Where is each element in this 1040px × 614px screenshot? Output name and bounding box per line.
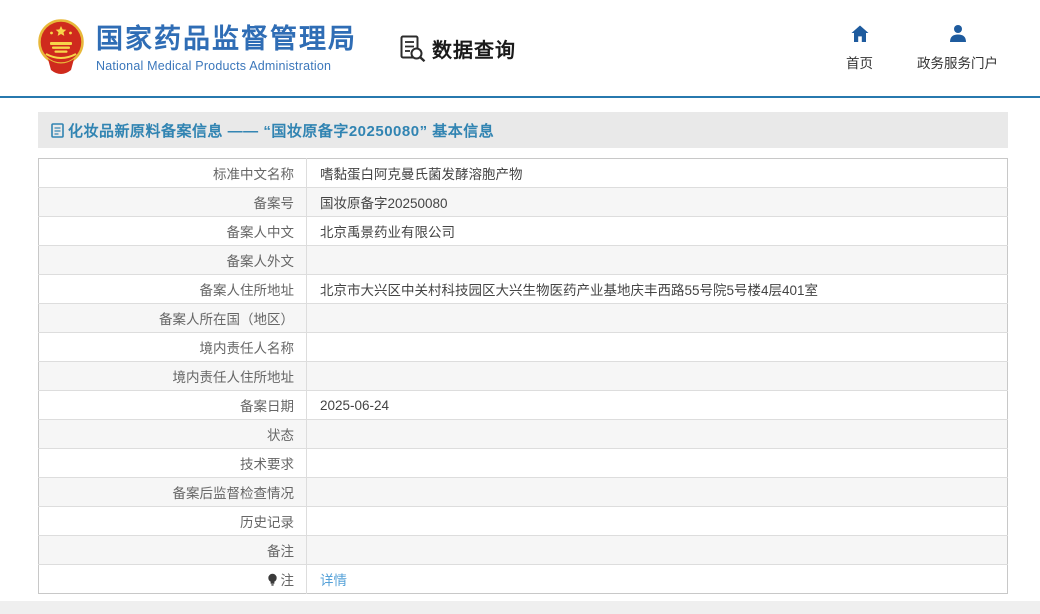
row-label: 境内责任人住所地址 xyxy=(173,370,295,385)
home-link[interactable]: 首页 xyxy=(846,24,873,72)
site-header: 国家药品监督管理局 National Medical Products Admi… xyxy=(0,0,1040,96)
table-row: 注 详情 xyxy=(39,565,1008,594)
row-label: 注 xyxy=(281,573,295,588)
row-label: 备案人所在国（地区） xyxy=(159,312,294,327)
gov-portal-link[interactable]: 政务服务门户 xyxy=(917,24,998,72)
row-value: 嗜黏蛋白阿克曼氏菌发酵溶胞产物 xyxy=(307,159,1008,188)
table-row: 备案日期 2025-06-24 xyxy=(39,391,1008,420)
agency-name-en: National Medical Products Administration xyxy=(96,59,357,73)
row-label: 备案日期 xyxy=(240,399,294,414)
table-row: 境内责任人名称 xyxy=(39,333,1008,362)
row-value: 北京禹景药业有限公司 xyxy=(307,217,1008,246)
main-content: 化妆品新原料备案信息 —— “国妆原备字20250080” 基本信息 标准中文名… xyxy=(0,98,1040,601)
row-value xyxy=(307,362,1008,391)
china-national-emblem-icon xyxy=(38,18,84,78)
row-label: 备案后监督检查情况 xyxy=(173,486,295,501)
footer-strip xyxy=(0,601,1040,614)
row-value: 详情 xyxy=(307,565,1008,594)
row-value xyxy=(307,507,1008,536)
document-icon xyxy=(51,123,64,138)
row-label: 备案人中文 xyxy=(227,225,295,240)
home-icon xyxy=(850,24,870,44)
row-value xyxy=(307,304,1008,333)
table-row: 备案后监督检查情况 xyxy=(39,478,1008,507)
table-row: 备案号 国妆原备字20250080 xyxy=(39,188,1008,217)
row-label: 备注 xyxy=(267,544,294,559)
row-value xyxy=(307,536,1008,565)
bulb-icon xyxy=(267,573,278,587)
table-row: 备注 xyxy=(39,536,1008,565)
row-value xyxy=(307,333,1008,362)
table-row: 境内责任人住所地址 xyxy=(39,362,1008,391)
row-label: 标准中文名称 xyxy=(213,167,294,182)
table-row: 备案人外文 xyxy=(39,246,1008,275)
row-value xyxy=(307,478,1008,507)
agency-name-cn: 国家药品监督管理局 xyxy=(96,23,357,55)
data-query-label: 数据查询 xyxy=(432,34,516,63)
nmpa-logo[interactable]: 国家药品监督管理局 National Medical Products Admi… xyxy=(38,18,357,78)
page-title-bar: 化妆品新原料备案信息 —— “国妆原备字20250080” 基本信息 xyxy=(38,112,1008,148)
detail-link[interactable]: 详情 xyxy=(320,573,347,588)
data-query-nav[interactable]: 数据查询 xyxy=(399,34,516,63)
document-search-icon xyxy=(399,35,426,62)
row-value: 北京市大兴区中关村科技园区大兴生物医药产业基地庆丰西路55号院5号楼4层401室 xyxy=(307,275,1008,304)
row-label: 技术要求 xyxy=(240,457,294,472)
info-table-body: 标准中文名称 嗜黏蛋白阿克曼氏菌发酵溶胞产物 备案号 国妆原备字20250080… xyxy=(39,159,1008,594)
table-row: 备案人住所地址 北京市大兴区中关村科技园区大兴生物医药产业基地庆丰西路55号院5… xyxy=(39,275,1008,304)
table-row: 状态 xyxy=(39,420,1008,449)
logo-text: 国家药品监督管理局 National Medical Products Admi… xyxy=(96,23,357,72)
row-label: 备案人住所地址 xyxy=(200,283,295,298)
row-value: 国妆原备字20250080 xyxy=(307,188,1008,217)
quick-links: 首页 政务服务门户 xyxy=(846,24,998,72)
table-row: 备案人中文 北京禹景药业有限公司 xyxy=(39,217,1008,246)
home-link-label: 首页 xyxy=(846,52,873,72)
gov-portal-label: 政务服务门户 xyxy=(917,52,998,72)
user-icon xyxy=(948,24,968,44)
row-label: 备案号 xyxy=(254,196,295,211)
row-value xyxy=(307,449,1008,478)
row-value xyxy=(307,246,1008,275)
row-label: 备案人外文 xyxy=(227,254,295,269)
table-row: 标准中文名称 嗜黏蛋白阿克曼氏菌发酵溶胞产物 xyxy=(39,159,1008,188)
row-label: 境内责任人名称 xyxy=(200,341,295,356)
page-title: 化妆品新原料备案信息 —— “国妆原备字20250080” 基本信息 xyxy=(68,120,494,141)
row-label: 历史记录 xyxy=(240,515,294,530)
table-row: 技术要求 xyxy=(39,449,1008,478)
filing-info-table: 标准中文名称 嗜黏蛋白阿克曼氏菌发酵溶胞产物 备案号 国妆原备字20250080… xyxy=(38,158,1008,594)
row-value xyxy=(307,420,1008,449)
row-value: 2025-06-24 xyxy=(307,391,1008,420)
table-row: 历史记录 xyxy=(39,507,1008,536)
table-row: 备案人所在国（地区） xyxy=(39,304,1008,333)
row-label: 状态 xyxy=(267,428,294,443)
